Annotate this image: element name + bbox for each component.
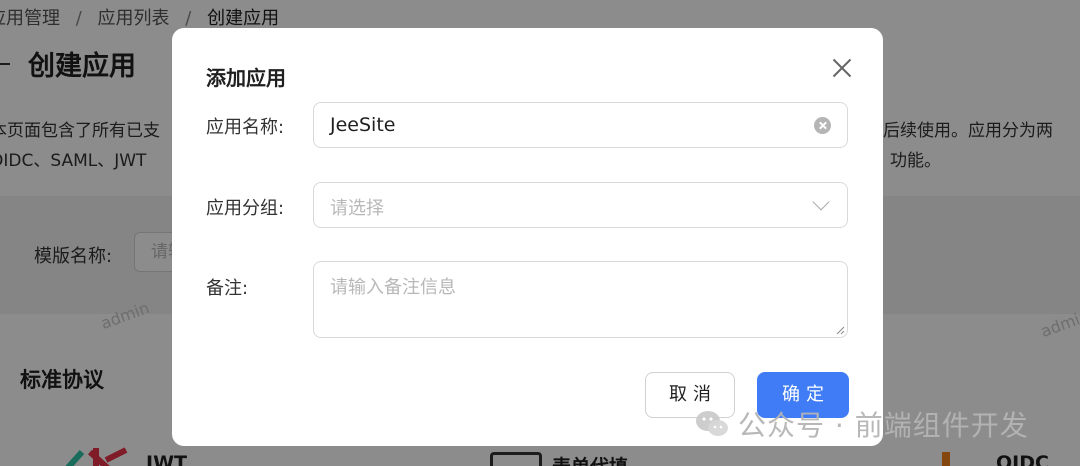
app-group-label: 应用分组: (206, 198, 285, 219)
remark-placeholder: 请输入备注信息 (330, 277, 456, 298)
close-icon[interactable] (828, 54, 856, 82)
channel-watermark: 公众号 · 前端组件开发 (694, 404, 1029, 444)
chevron-down-icon (812, 193, 830, 211)
app-name-label: 应用名称: (206, 117, 285, 138)
remark-textarea[interactable]: 请输入备注信息 (313, 261, 848, 338)
channel-watermark-text: 公众号 · 前端组件开发 (738, 409, 1029, 442)
clear-icon[interactable] (814, 117, 831, 134)
app-name-input[interactable]: JeeSite (313, 102, 848, 148)
app-group-placeholder: 请选择 (330, 198, 384, 219)
app-name-value: JeeSite (330, 114, 396, 136)
resize-handle-icon[interactable] (835, 325, 845, 335)
add-app-dialog: 添加应用 应用名称: JeeSite 应用分组: 请选择 备注: 请输入备注信息… (172, 28, 883, 446)
dialog-title: 添加应用 (206, 66, 286, 90)
wechat-icon (696, 411, 728, 436)
remark-label: 备注: (206, 278, 249, 299)
app-group-select[interactable]: 请选择 (313, 182, 848, 228)
